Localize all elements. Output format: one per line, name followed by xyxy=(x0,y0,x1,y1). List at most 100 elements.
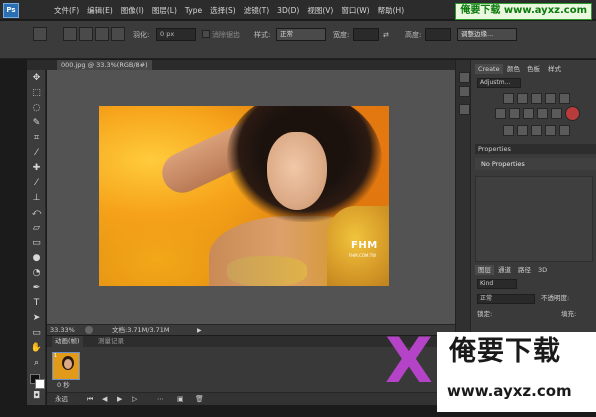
exposure-icon[interactable] xyxy=(545,93,556,104)
menu-filter[interactable]: 滤镜(T) xyxy=(240,5,273,16)
type-tool-icon[interactable]: T xyxy=(30,297,43,310)
color-lookup-icon[interactable] xyxy=(565,106,580,121)
tab-measurement-log[interactable]: 测量记录 xyxy=(95,336,127,347)
adjustments-select[interactable]: Adjustm... xyxy=(477,78,521,88)
gradient-map-icon[interactable] xyxy=(545,125,556,136)
dodge-tool-icon[interactable]: ◔ xyxy=(30,267,43,280)
site-watermark-top: 俺要下载 www.ayxz.com xyxy=(455,3,592,20)
quick-select-tool-icon[interactable]: ✎ xyxy=(30,117,43,130)
height-input[interactable] xyxy=(425,28,451,41)
crop-tool-icon[interactable]: ⌗ xyxy=(30,132,43,145)
eraser-tool-icon[interactable]: ▱ xyxy=(30,222,43,235)
threshold-icon[interactable] xyxy=(531,125,542,136)
add-selection-icon[interactable] xyxy=(79,27,93,41)
brightness-icon[interactable] xyxy=(503,93,514,104)
eyedropper-tool-icon[interactable]: ⁄ xyxy=(30,147,43,160)
properties-panel-header[interactable]: Properties xyxy=(475,144,596,154)
frame-thumbnail-face xyxy=(64,359,72,369)
swatches-panel-icon[interactable] xyxy=(459,104,470,115)
menu-window[interactable]: 窗口(W) xyxy=(337,5,373,16)
quick-mask-icon[interactable]: ◘ xyxy=(30,390,43,403)
no-properties-text: No Properties xyxy=(475,158,596,170)
actions-panel-icon[interactable] xyxy=(459,86,470,97)
photoshop-logo-icon: Ps xyxy=(3,3,19,18)
hand-tool-icon[interactable]: ✋ xyxy=(30,342,43,355)
menu-image[interactable]: 图像(I) xyxy=(117,5,148,16)
menu-file[interactable]: 文件(F) xyxy=(50,5,83,16)
menu-list: 文件(F) 编辑(E) 图像(I) 图层(L) Type 选择(S) 滤镜(T)… xyxy=(50,5,408,16)
tab-paths[interactable]: 路径 xyxy=(515,265,534,275)
menu-select[interactable]: 选择(S) xyxy=(206,5,240,16)
pen-tool-icon[interactable]: ✒ xyxy=(30,282,43,295)
marquee-tool-icon[interactable]: ⬚ xyxy=(30,87,43,100)
tab-create[interactable]: Create xyxy=(475,64,503,74)
menu-help[interactable]: 帮助(H) xyxy=(374,5,409,16)
move-tool-icon[interactable]: ✥ xyxy=(30,72,43,85)
layer-filter-select[interactable]: Kind xyxy=(477,279,517,289)
selective-color-icon[interactable] xyxy=(559,125,570,136)
menu-layer[interactable]: 图层(L) xyxy=(148,5,181,16)
lasso-tool-icon[interactable]: ◌ xyxy=(30,102,43,115)
clone-stamp-tool-icon[interactable]: ⊥ xyxy=(30,192,43,205)
background-color-swatch[interactable] xyxy=(35,379,45,389)
canvas-area[interactable]: FHM FHM.COM.TW xyxy=(47,70,468,324)
subtract-selection-icon[interactable] xyxy=(95,27,109,41)
status-menu-arrow-icon[interactable]: ▶ xyxy=(197,325,202,336)
vibrance-icon[interactable] xyxy=(559,93,570,104)
menu-3d[interactable]: 3D(D) xyxy=(273,5,303,16)
blend-mode-select[interactable]: 正常 xyxy=(477,294,535,304)
tools-panel: ✥ ⬚ ◌ ✎ ⌗ ⁄ ✚ ⁄ ⊥ ⤺ ▱ ▭ ● ◔ ✒ T ➤ ▭ ✋ ⌕ … xyxy=(27,70,46,405)
tab-layers[interactable]: 图层 xyxy=(475,265,494,275)
channel-mixer-icon[interactable] xyxy=(551,108,562,119)
photo-filter-icon[interactable] xyxy=(537,108,548,119)
tab-3d[interactable]: 3D xyxy=(535,265,550,275)
intersect-selection-icon[interactable] xyxy=(111,27,125,41)
new-selection-icon[interactable] xyxy=(63,27,77,41)
tab-styles[interactable]: 样式 xyxy=(545,64,564,74)
tab-animation[interactable]: 动画(帧) xyxy=(52,336,83,347)
status-info-icon[interactable] xyxy=(85,326,93,334)
width-input[interactable] xyxy=(353,28,379,41)
curves-icon[interactable] xyxy=(531,93,542,104)
levels-icon[interactable] xyxy=(517,93,528,104)
feather-label: 羽化: xyxy=(133,31,150,39)
black-white-icon[interactable] xyxy=(523,108,534,119)
marquee-tool-preset-icon[interactable] xyxy=(33,27,47,41)
image-brand-logo: FHM xyxy=(351,240,378,251)
blur-tool-icon[interactable]: ● xyxy=(30,252,43,265)
posterize-icon[interactable] xyxy=(517,125,528,136)
menu-type[interactable]: Type xyxy=(181,5,206,16)
image-hand xyxy=(227,256,307,286)
refine-edge-button[interactable]: 调整边缘... xyxy=(457,28,517,41)
menu-edit[interactable]: 编辑(E) xyxy=(83,5,117,16)
path-select-tool-icon[interactable]: ➤ xyxy=(30,312,43,325)
watermark-title: 俺要下载 xyxy=(449,336,561,367)
properties-body xyxy=(475,176,593,262)
tab-swatches[interactable]: 色板 xyxy=(524,64,543,74)
feather-input[interactable]: 0 px xyxy=(156,28,196,41)
watermark-url: www.ayxz.com xyxy=(447,382,572,400)
frame-delay[interactable]: 0 秒 xyxy=(57,379,70,389)
document-tab[interactable]: 000.jpg @ 33.3%(RGB/8#) xyxy=(57,60,152,70)
swap-icon[interactable]: ⇄ xyxy=(383,29,389,41)
document-image[interactable]: FHM FHM.COM.TW xyxy=(99,106,389,286)
gradient-tool-icon[interactable]: ▭ xyxy=(30,237,43,250)
invert-icon[interactable] xyxy=(503,125,514,136)
zoom-tool-icon[interactable]: ⌕ xyxy=(30,357,43,370)
tab-channels[interactable]: 通道 xyxy=(495,265,514,275)
history-panel-icon[interactable] xyxy=(459,72,470,83)
image-brand-sub: FHM.COM.TW xyxy=(349,253,377,258)
shape-tool-icon[interactable]: ▭ xyxy=(30,327,43,340)
animation-frame-thumbnail[interactable]: 1 xyxy=(52,352,80,380)
frame-number: 1 xyxy=(54,353,58,359)
color-balance-icon[interactable] xyxy=(509,108,520,119)
history-brush-tool-icon[interactable]: ⤺ xyxy=(30,207,43,220)
menu-view[interactable]: 视图(V) xyxy=(303,5,337,16)
brush-tool-icon[interactable]: ⁄ xyxy=(30,177,43,190)
tab-color[interactable]: 颜色 xyxy=(504,64,523,74)
zoom-level[interactable]: 33.33% xyxy=(50,325,75,336)
hue-saturation-icon[interactable] xyxy=(495,108,506,119)
antialias-checkbox[interactable] xyxy=(202,30,210,38)
style-select[interactable]: 正常 xyxy=(276,28,326,41)
healing-brush-tool-icon[interactable]: ✚ xyxy=(30,162,43,175)
